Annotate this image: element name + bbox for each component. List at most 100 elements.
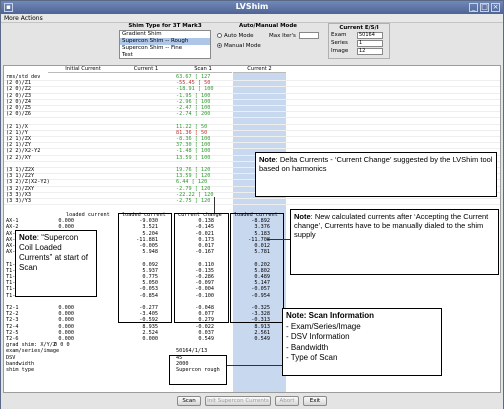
shim-option[interactable]: Test (120, 52, 210, 59)
current-change-value: -0.022 (195, 323, 214, 330)
series-label: Series (331, 40, 348, 46)
harmonic-label: (2 0)/Z5 (6, 105, 31, 111)
harmonic-label: (3 3)/X3 (6, 191, 31, 198)
exit-button[interactable]: Exit (303, 396, 327, 406)
harmonic-label: (3 2)/Z(X2-Y2) (6, 179, 50, 186)
scan1-value: 13.59 [ 120 (176, 173, 211, 180)
scan1-value: 11.22 [ 50 (176, 123, 208, 130)
scan1-value: -18.91 [ 100 (176, 86, 214, 93)
scan1-value: -22.22 [ 120 (176, 191, 214, 198)
scan-note-line: - Type of Scan (286, 353, 338, 362)
shim-option-selected[interactable]: Supercon Shim -- Rough (120, 38, 210, 45)
row-divider (4, 148, 500, 150)
row-divider (4, 204, 500, 206)
lvshim-window: ▪ LVShim _ □ × More Actions Shim Type fo… (0, 0, 504, 409)
scan-info-outline (169, 355, 227, 385)
new-note-text: : New calculated currents after ‘Accepti… (294, 212, 489, 239)
scan1-value: 37.30 [ 100 (176, 142, 211, 149)
initial-current-value: 0.000 (58, 336, 74, 342)
scan1-value: 63.67 [ 127 (176, 74, 211, 80)
coil-label: T2-1 (6, 305, 19, 311)
maximize-icon[interactable]: □ (480, 3, 489, 12)
scan1-value: -2.75 [ 120 (176, 198, 211, 204)
shim-option[interactable]: Supercon Shim -- Fine (120, 45, 210, 52)
harmonic-label: (2 0)/Z6 (6, 111, 31, 118)
initial-current-value: 0.000 (58, 305, 74, 311)
new-note-title: Note (294, 212, 311, 221)
harmonic-label: (2 0)/Z4 (6, 98, 31, 105)
coil-label: T2-4 (6, 323, 19, 330)
row-divider (4, 86, 500, 88)
current-esi-panel: Current E/S/I Exam 50164 Series 1 Image 12 (328, 23, 390, 59)
scan-note-connector (227, 365, 283, 366)
initial-current-value: 0.000 (58, 317, 74, 324)
auto-mode-option[interactable]: Auto Mode (217, 33, 254, 39)
new-currents-note: Note: New calculated currents after ‘Acc… (290, 209, 499, 275)
row-divider (4, 136, 500, 137)
image-row: Image 12 (331, 47, 387, 55)
harmonic-label: (2 0)/Z2 (6, 86, 31, 93)
row-divider (4, 117, 500, 119)
window-title: LVShim (235, 2, 269, 11)
image-field[interactable]: 12 (357, 48, 383, 55)
harmonic-label: (2 1)/X (6, 123, 28, 130)
delta-note-title: Note (259, 155, 276, 164)
auto-mode-radio[interactable] (217, 33, 222, 38)
delta-currents-note: Note: Delta Currents - ‘Current Change’ … (255, 152, 497, 197)
harmonic-label: (3 1)/Z2X (6, 167, 35, 173)
scan1-value: -55.45 [ 50 (176, 80, 211, 87)
row-divider (4, 98, 500, 100)
col-current2: Current 2 (233, 66, 286, 73)
coil-label: T2-3 (6, 317, 19, 324)
scan1-value: -2.47 [ 100 (176, 105, 211, 111)
manual-mode-radio[interactable] (217, 43, 222, 48)
info-label: bandwidth (6, 360, 35, 367)
manual-mode-option[interactable]: Manual Mode (217, 43, 261, 49)
harmonic-label: (2 1)/ZY (6, 142, 31, 149)
initial-current-value (44, 299, 74, 305)
info-label: shim type (6, 367, 35, 373)
scan-note-line: - Exam/Series/Image (286, 321, 361, 331)
info-label: DSV (6, 354, 16, 361)
supercon-loaded-note: Note: “Supercon Coil Loaded Currents” at… (15, 230, 97, 297)
scan-button[interactable]: Scan (177, 396, 201, 406)
init-supercon-currents-button[interactable]: Init Supercon Currents (205, 396, 271, 406)
image-label: Image (331, 48, 349, 54)
row-divider (4, 111, 500, 113)
loaded-current-header: loaded current (66, 212, 110, 218)
initial-current-value: 0.000 (58, 218, 74, 225)
row-divider (4, 92, 500, 94)
loaded-current-value: 2.524 (142, 329, 158, 336)
col-current1: Current 1 (118, 66, 174, 73)
scan1-value: -1.48 [ 100 (176, 148, 211, 155)
row-divider (4, 80, 500, 82)
close-icon[interactable]: × (491, 3, 500, 12)
exam-field[interactable]: 50164 (357, 32, 383, 39)
scan1-value: 81.36 [ 50 (176, 129, 208, 136)
shim-option[interactable]: Gradient Shim (120, 31, 210, 38)
row-divider (4, 105, 500, 106)
series-field[interactable]: 1 (357, 40, 383, 47)
loaded-current-outline (118, 213, 172, 323)
max-iters-input[interactable] (299, 32, 319, 39)
mode-header: Auto/Manual Mode (238, 23, 298, 29)
info-label: exam/series/image (6, 348, 60, 355)
shim-type-list[interactable]: Gradient Shim Supercon Shim -- Rough Sup… (119, 30, 211, 59)
harmonic-label: (2 1)/Y (6, 129, 28, 136)
abort-button[interactable]: Abort (275, 396, 299, 406)
scan1-value: -2.74 [ 200 (176, 111, 211, 118)
current-change-value: 0.037 (198, 329, 214, 336)
harmonic-label: (3 2)/ZXY (6, 185, 35, 192)
grad-shim-label: grad shim: X/Y/Z (6, 342, 56, 349)
coil-label: T2-2 (6, 311, 19, 318)
scan1-value: -8.36 [ 100 (176, 136, 211, 142)
row-divider (4, 142, 500, 144)
manual-mode-label: Manual Mode (224, 43, 261, 49)
menu-more-actions[interactable]: More Actions (4, 15, 43, 22)
menu-bar: More Actions (1, 14, 503, 23)
row-divider (4, 123, 500, 125)
scan-note-title: Note: Scan Information (286, 311, 375, 320)
harmonic-label: (3 3)/Y3 (6, 198, 31, 204)
current-change-value: 0.549 (198, 336, 214, 342)
minimize-icon[interactable]: _ (469, 3, 478, 12)
